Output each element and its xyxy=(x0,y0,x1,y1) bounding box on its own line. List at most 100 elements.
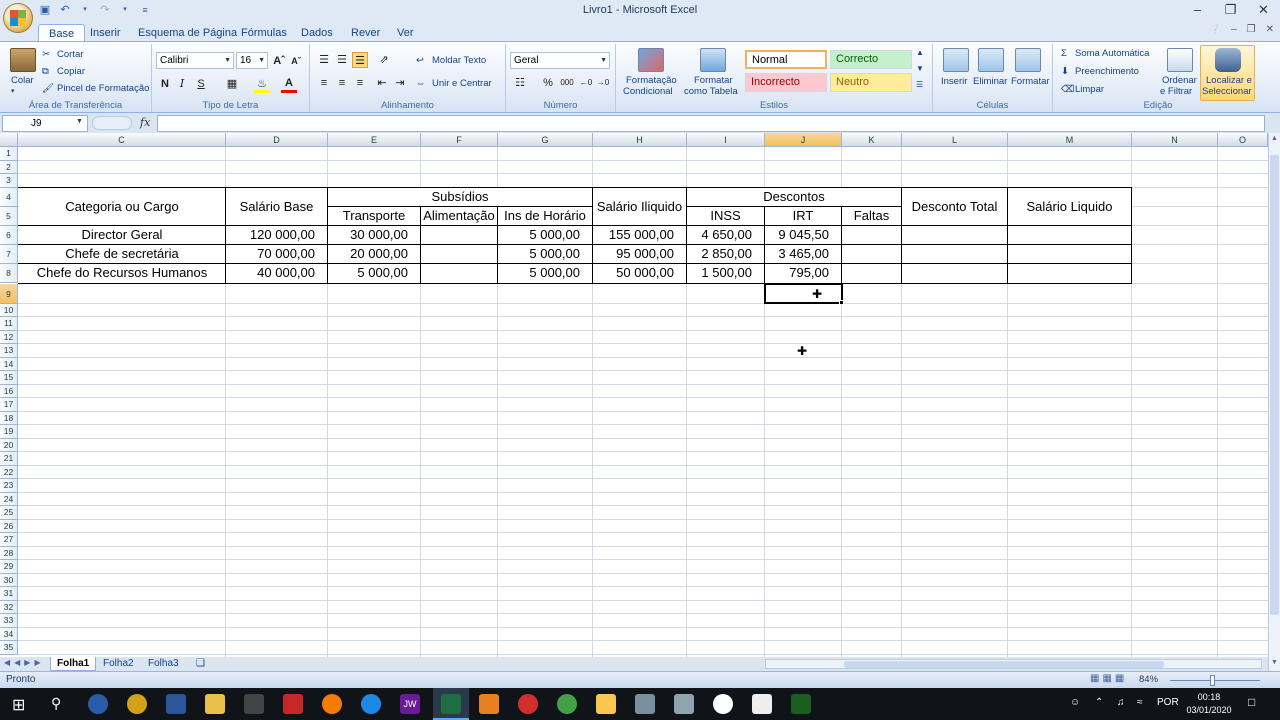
opera-icon[interactable] xyxy=(518,694,538,714)
align-right-icon[interactable]: ≡ xyxy=(352,75,368,91)
clapper-icon[interactable] xyxy=(752,694,772,714)
row-header[interactable]: 16 xyxy=(0,384,18,398)
tab-inserir[interactable]: Inserir xyxy=(80,24,131,42)
row-header[interactable]: 18 xyxy=(0,411,18,425)
tab-dados[interactable]: Dados xyxy=(291,24,343,42)
table-cell-total[interactable] xyxy=(902,264,1007,282)
wrap-text-button[interactable]: Moldar Texto xyxy=(432,55,486,66)
bold-button[interactable]: N xyxy=(157,76,173,92)
header-subsidies[interactable]: Subsídios xyxy=(328,188,592,206)
merge-center-icon[interactable]: ⇔ xyxy=(416,78,426,89)
excel-taskbar-active[interactable] xyxy=(433,688,469,720)
find-select-button-line2[interactable]: Seleccionar xyxy=(1202,86,1252,97)
doc-minimize-icon[interactable]: – xyxy=(1231,24,1237,35)
align-left-icon[interactable]: ≡ xyxy=(316,75,332,91)
table-cell-absences[interactable] xyxy=(842,264,901,282)
insert-sheet-icon[interactable]: ❏ xyxy=(190,657,211,671)
row-header[interactable]: 13 xyxy=(0,344,18,358)
zoom-level[interactable]: 84% xyxy=(1139,674,1158,685)
insert-cells-button[interactable]: Inserir xyxy=(941,76,967,87)
align-middle-icon[interactable]: ☰ xyxy=(334,52,350,68)
notifications-icon[interactable]: □ xyxy=(1248,695,1255,709)
delete-cells-icon[interactable] xyxy=(978,48,1004,72)
fill-icon[interactable]: ⬇ xyxy=(1061,66,1069,77)
app-icon-a[interactable] xyxy=(674,694,694,714)
clear-button[interactable]: Limpar xyxy=(1075,84,1104,95)
align-bottom-icon[interactable]: ☰ xyxy=(352,52,368,68)
find-select-button[interactable]: Localizar e xyxy=(1206,75,1252,86)
row-header[interactable]: 31 xyxy=(0,587,18,601)
currency-icon[interactable]: ☷ xyxy=(512,75,528,91)
view-buttons-icon[interactable]: ▦▦▦ xyxy=(1090,673,1127,684)
table-cell-net[interactable] xyxy=(1008,226,1131,244)
copy-button[interactable]: Copiar xyxy=(57,66,85,77)
store-icon[interactable] xyxy=(244,694,264,714)
sort-filter-button[interactable]: Ordenar xyxy=(1162,75,1197,86)
table-cell-absences[interactable] xyxy=(842,226,901,244)
row-header[interactable]: 4 xyxy=(0,187,18,207)
table-cell-irt[interactable]: 3 465,00 xyxy=(765,245,841,263)
language-indicator[interactable]: POR xyxy=(1157,697,1179,708)
tab-ver[interactable]: Ver xyxy=(387,24,424,42)
table-cell-category[interactable]: Chefe do Recursos Humanos xyxy=(19,264,225,282)
scroll-down-icon[interactable]: ▼ xyxy=(1271,659,1278,666)
network-icon[interactable]: ≈ xyxy=(1137,697,1143,708)
cut-button[interactable]: Cortar xyxy=(57,49,83,60)
row-header[interactable]: 33 xyxy=(0,614,18,628)
tray-chevron-icon[interactable]: ⌃ xyxy=(1095,697,1103,708)
row-header[interactable]: 19 xyxy=(0,425,18,439)
worksheet-grid[interactable]: C D E F G H I J K L M N O 1 2 3 4 5 6 7 8 9 10 11 1… xyxy=(0,133,1268,657)
style-normal[interactable]: Normal xyxy=(745,50,827,69)
tab-base[interactable]: Base xyxy=(38,24,86,42)
table-cell-transport[interactable]: 20 000,00 xyxy=(328,245,420,263)
row-header[interactable]: 11 xyxy=(0,317,18,331)
insert-cells-icon[interactable] xyxy=(943,48,969,72)
table-cell-inss[interactable]: 4 650,00 xyxy=(687,226,764,244)
font-size-combo[interactable]: 16 ▼ xyxy=(236,52,268,69)
row-header[interactable]: 21 xyxy=(0,452,18,466)
zoom-slider[interactable] xyxy=(1170,680,1260,681)
paste-icon[interactable] xyxy=(10,48,36,72)
wrap-text-icon[interactable]: ↩ xyxy=(416,55,424,66)
format-cells-button[interactable]: Formatar xyxy=(1011,76,1050,87)
clear-icon[interactable]: ⌫ xyxy=(1061,84,1074,95)
app-icon-bulb[interactable] xyxy=(127,694,147,714)
shrink-font-icon[interactable]: Aˇ xyxy=(288,53,304,69)
grow-font-icon[interactable]: Aˆ xyxy=(271,53,287,69)
style-neutral[interactable]: Neutro xyxy=(830,73,912,92)
horizontal-scroll-thumb[interactable] xyxy=(844,661,1164,668)
selected-cell-j9[interactable] xyxy=(764,283,843,304)
table-cell-base[interactable]: 120 000,00 xyxy=(226,226,327,244)
row-header[interactable]: 25 xyxy=(0,506,18,520)
column-header-e[interactable]: E xyxy=(328,133,421,147)
paste-dropdown-icon[interactable]: ▾ xyxy=(11,87,15,95)
app-icon-green[interactable] xyxy=(791,694,811,714)
table-cell-transport[interactable]: 5 000,00 xyxy=(328,264,420,282)
table-cell-category[interactable]: Director Geral xyxy=(19,226,225,244)
row-header[interactable]: 14 xyxy=(0,357,18,371)
format-painter-icon[interactable]: 🖌 xyxy=(42,83,54,94)
conditional-format-button-line2[interactable]: Condicional xyxy=(623,86,673,97)
column-header-n[interactable]: N xyxy=(1132,133,1218,147)
header-gross-salary[interactable]: Salário Iliquido xyxy=(593,188,686,225)
scroll-up-icon[interactable]: ▲ xyxy=(1271,135,1278,142)
table-cell-food[interactable] xyxy=(421,245,497,263)
table-cell-transport[interactable]: 30 000,00 xyxy=(328,226,420,244)
row-header[interactable]: 26 xyxy=(0,519,18,533)
table-cell-gross[interactable]: 95 000,00 xyxy=(593,245,686,263)
row-header[interactable]: 10 xyxy=(0,303,18,317)
header-food[interactable]: Alimentação xyxy=(421,207,497,225)
table-cell-irt[interactable]: 9 045,50 xyxy=(765,226,841,244)
row-header[interactable]: 22 xyxy=(0,465,18,479)
font-name-combo[interactable]: Calibri ▼ xyxy=(156,52,234,69)
row-header[interactable]: 8 xyxy=(0,264,18,284)
orientation-icon[interactable]: ⇗ xyxy=(376,52,392,68)
name-box-dropdown-icon[interactable]: ▼ xyxy=(76,118,83,125)
volume-icon[interactable]: ♫ xyxy=(1117,697,1125,708)
taskbar-clock[interactable]: 00:18 03/01/2020 xyxy=(1185,691,1233,717)
app-icon-3c[interactable] xyxy=(88,694,108,714)
minimize-icon[interactable]: – xyxy=(1181,0,1214,20)
row-header[interactable]: 34 xyxy=(0,627,18,641)
style-correct[interactable]: Correcto xyxy=(830,50,912,69)
sort-filter-button-line2[interactable]: e Filtrar xyxy=(1160,86,1192,97)
